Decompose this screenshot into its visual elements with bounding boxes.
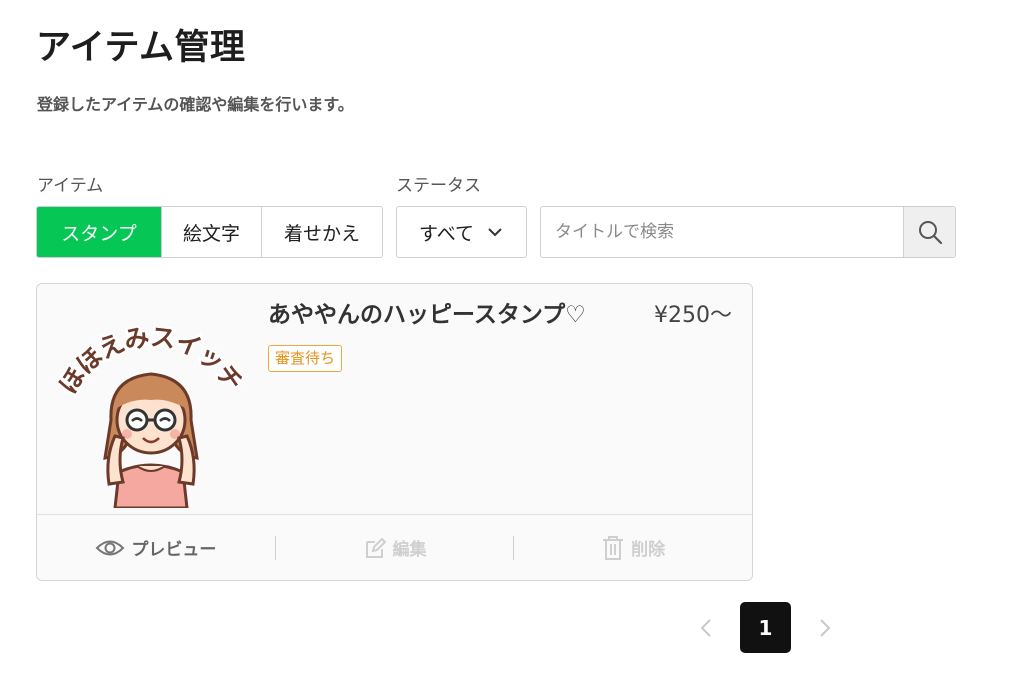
status-select[interactable]: すべて [396,206,527,258]
edit-icon [365,537,386,558]
edit-button: 編集 [276,536,514,560]
preview-button-label: プレビュー [131,540,217,560]
item-type-stamp-button[interactable]: スタンプ [37,207,161,257]
page-subtitle: 登録したアイテムの確認や編集を行います。 [37,95,354,114]
chevron-left-icon [700,618,711,637]
search-button[interactable] [903,207,955,257]
pagination: 1 [690,602,841,653]
search-input[interactable] [541,207,903,257]
delete-button-label: 削除 [631,540,666,560]
item-title: あややんのハッピースタンプ♡ [268,302,586,328]
chevron-right-icon [820,618,831,637]
item-type-theme-button[interactable]: 着せかえ [261,207,382,257]
item-filter-label: アイテム [37,176,104,196]
item-actions: プレビュー 編集 削除 [37,514,752,580]
current-page[interactable]: 1 [740,602,791,653]
item-type-emoji-button[interactable]: 絵文字 [161,207,261,257]
trash-icon [603,535,624,560]
prev-page-button[interactable] [690,603,722,653]
edit-button-label: 編集 [392,540,427,560]
search-box [540,206,956,258]
status-select-value: すべて [419,222,474,245]
item-price: ¥250〜 [654,303,732,328]
item-thumbnail: ほほえみスイッチ [51,320,251,508]
chevron-down-icon [488,228,502,237]
delete-button: 削除 [514,535,752,560]
item-card: ほほえみスイッチ あややんのハッピースタンプ♡ ¥250〜 審査待ち プレビュー [36,283,753,581]
page-title: アイテム管理 [36,28,246,68]
status-filter-label: ステータス [396,176,481,196]
item-type-segmented-control: スタンプ 絵文字 着せかえ [36,206,383,258]
preview-button[interactable]: プレビュー [37,536,275,560]
eye-icon [95,540,125,555]
search-icon [918,221,942,245]
next-page-button[interactable] [809,603,841,653]
status-badge: 審査待ち [268,345,343,372]
